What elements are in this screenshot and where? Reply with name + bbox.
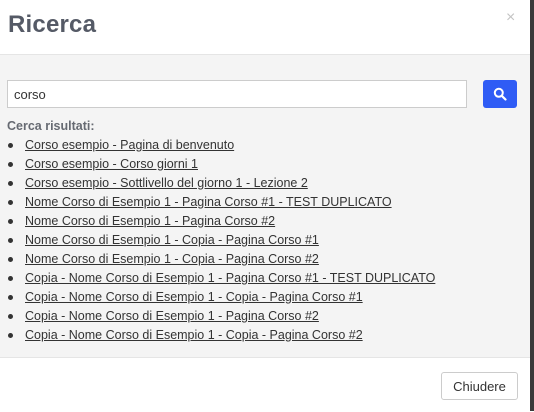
results-list: Corso esempio - Pagina di benvenuto Corso… [7,136,435,345]
result-item: Copia - Nome Corso di Esempio 1 - Pagina… [7,269,435,288]
search-modal: Ricerca × Cerca risultati: Corso esempio… [0,0,530,412]
result-link[interactable]: Nome Corso di Esempio 1 - Pagina Corso #… [25,214,275,228]
result-item: Corso esempio - Corso giorni 1 [7,155,435,174]
result-item: Nome Corso di Esempio 1 - Pagina Corso #… [7,193,435,212]
result-link[interactable]: Copia - Nome Corso di Esempio 1 - Copia … [25,328,363,342]
bullet-icon [8,333,13,338]
result-link[interactable]: Nome Corso di Esempio 1 - Pagina Corso #… [25,195,392,209]
search-input[interactable] [7,80,467,108]
bullet-icon [8,200,13,205]
results-label: Cerca risultati: [7,119,95,133]
close-button[interactable]: Chiudere [441,372,518,400]
close-icon[interactable]: × [506,10,515,26]
bullet-icon [8,143,13,148]
result-link[interactable]: Corso esempio - Corso giorni 1 [25,157,198,171]
result-link[interactable]: Corso esempio - Pagina di benvenuto [25,138,234,152]
bullet-icon [8,257,13,262]
modal-title: Ricerca [8,11,97,38]
result-item: Copia - Nome Corso di Esempio 1 - Pagina… [7,307,435,326]
result-link[interactable]: Nome Corso di Esempio 1 - Copia - Pagina… [25,233,319,247]
scrollbar[interactable] [530,0,534,411]
bullet-icon [8,238,13,243]
bullet-icon [8,162,13,167]
result-item: Copia - Nome Corso di Esempio 1 - Copia … [7,288,435,307]
result-item: Corso esempio - Sottlivello del giorno 1… [7,174,435,193]
result-link[interactable]: Copia - Nome Corso di Esempio 1 - Pagina… [25,271,435,285]
result-link[interactable]: Corso esempio - Sottlivello del giorno 1… [25,176,308,190]
modal-header: Ricerca × [0,0,530,55]
result-item: Copia - Nome Corso di Esempio 1 - Copia … [7,326,435,345]
bullet-icon [8,295,13,300]
search-icon [493,87,507,101]
result-link[interactable]: Nome Corso di Esempio 1 - Copia - Pagina… [25,252,319,266]
search-button[interactable] [483,80,517,108]
bullet-icon [8,219,13,224]
bullet-icon [8,314,13,319]
result-item: Nome Corso di Esempio 1 - Pagina Corso #… [7,212,435,231]
result-item: Nome Corso di Esempio 1 - Copia - Pagina… [7,250,435,269]
modal-body: Cerca risultati: Corso esempio - Pagina … [0,55,530,357]
result-item: Corso esempio - Pagina di benvenuto [7,136,435,155]
bullet-icon [8,276,13,281]
result-link[interactable]: Copia - Nome Corso di Esempio 1 - Pagina… [25,309,319,323]
bullet-icon [8,181,13,186]
result-item: Nome Corso di Esempio 1 - Copia - Pagina… [7,231,435,250]
result-link[interactable]: Copia - Nome Corso di Esempio 1 - Copia … [25,290,363,304]
modal-footer: Chiudere [0,357,530,412]
